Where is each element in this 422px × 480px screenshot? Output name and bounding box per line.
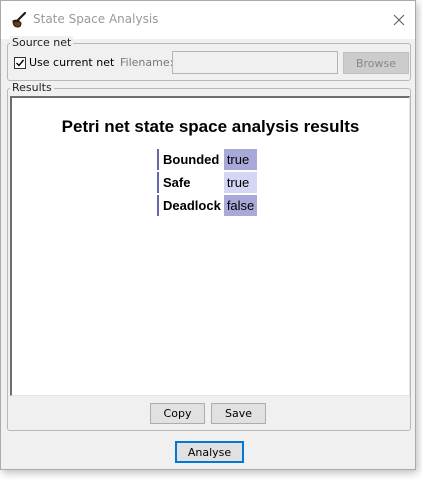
filename-label: Filename: [120, 56, 174, 69]
results-legend: Results [10, 81, 54, 94]
table-row: Deadlock false [157, 195, 258, 216]
analyse-button[interactable]: Analyse [175, 441, 244, 463]
safe-value: true [223, 172, 258, 193]
copy-button-label: Copy [163, 407, 192, 420]
results-heading: Petri net state space analysis results [61, 117, 360, 136]
title-bar: State Space Analysis [1, 1, 415, 39]
table-row: Bounded true [157, 149, 258, 170]
checkmark-icon [16, 59, 25, 67]
safe-label: Safe [157, 172, 224, 193]
window-title: State Space Analysis [33, 12, 159, 26]
close-icon[interactable] [391, 12, 407, 28]
use-current-net-checkbox[interactable] [14, 57, 26, 69]
save-button-label: Save [224, 407, 252, 420]
source-net-legend: Source net [10, 36, 74, 49]
use-current-net-label[interactable]: Use current net [29, 56, 114, 69]
browse-button[interactable]: Browse [343, 52, 409, 74]
save-button[interactable]: Save [211, 403, 266, 424]
analyse-button-label: Analyse [187, 445, 232, 459]
pipe-icon [12, 11, 27, 28]
deadlock-value: false [223, 195, 258, 216]
bounded-label: Bounded [157, 149, 224, 170]
copy-button[interactable]: Copy [150, 403, 205, 424]
results-table: Bounded true Safe true Deadlock false [157, 147, 258, 218]
state-space-analysis-dialog: State Space Analysis Source net Use curr… [0, 0, 416, 470]
results-panel: Petri net state space analysis results B… [10, 96, 410, 396]
browse-button-label: Browse [355, 56, 397, 70]
deadlock-label: Deadlock [157, 195, 224, 216]
table-row: Safe true [157, 172, 258, 193]
bounded-value: true [223, 149, 258, 170]
filename-field[interactable] [172, 51, 338, 74]
